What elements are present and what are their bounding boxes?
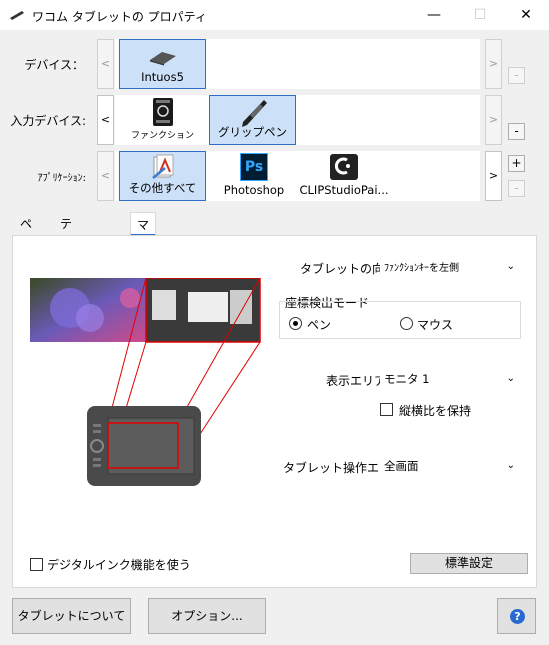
tab-mapping[interactable]: マッピング [130,212,157,328]
wacom-app-icon [10,11,24,20]
remove-input-button[interactable]: - [508,123,525,140]
app-tile-all-others-label: その他すべて [128,181,197,195]
app-tile-photoshop[interactable]: Ps Photoshop [215,151,293,201]
chevron-down-icon: ⌄ [506,261,515,272]
photoshop-icon: Ps [240,153,268,181]
title-bar: ワコム タブレットの プロパティ — ☐ ✕ [0,0,549,30]
app-tile-all-others[interactable]: その他すべて [119,151,206,201]
window-title: ワコム タブレットの プロパティ [32,10,207,24]
app-tile-clip-studio-label: CLIPStudioPai... [299,183,389,197]
application-label: ｱﾌﾟﾘｹｰｼｮﾝ: [37,173,86,184]
keep-aspect-checkbox[interactable] [380,403,393,416]
app-tile-photoshop-label: Photoshop [223,183,285,197]
mapping-panel: タブレットの向き: ﾌｧﾝｸｼｮﾝｷｰを左側 ⌄ 座標検出モード ペン マウス … [12,235,537,588]
device-tile-intuos5[interactable]: Intuos5 [119,39,206,89]
tablet-area-dropdown[interactable]: 全画面 ⌄ [380,455,520,477]
device-tile-label: Intuos5 [141,70,184,84]
chevron-down-icon: ⌄ [506,460,515,471]
device-label: デバイス： [24,58,84,72]
input-prev-button[interactable]: < [97,95,114,145]
keep-aspect-label: 縦横比を保持 [399,404,472,418]
display-area-value: モニタ 1 [384,372,430,386]
clip-studio-icon [330,154,358,180]
close-button[interactable]: ✕ [503,0,549,30]
add-application-button[interactable]: + [508,155,525,172]
tablet-area-value: 全画面 [384,459,419,473]
app-next-button[interactable]: > [485,151,502,201]
tablet-icon [150,52,176,66]
mode-pen-radio[interactable] [289,317,302,330]
input-tile-function[interactable]: ファンクション [119,95,206,145]
orientation-value: ﾌｧﾝｸｼｮﾝｷｰを左側 [384,263,459,274]
minimize-button[interactable]: — [411,0,457,30]
app-tile-clip-studio[interactable]: CLIPStudioPai... [299,151,389,201]
mode-pen-label: ペン [307,318,332,332]
orientation-dropdown[interactable]: ﾌｧﾝｸｼｮﾝｷｰを左側 ⌄ [380,256,520,278]
device-prev-button[interactable]: < [97,39,114,89]
input-next-button[interactable]: > [485,95,502,145]
about-tablet-button[interactable]: タブレットについて [12,598,131,634]
remove-device-button[interactable]: - [508,67,525,84]
function-keys-icon [153,98,173,126]
input-device-label: 入力デバイス: [10,114,86,128]
all-apps-icon [152,154,174,179]
digital-ink-label: デジタルインク機能を使う [47,558,191,572]
help-icon: ? [510,609,525,624]
maximize-button[interactable]: ☐ [457,0,503,30]
help-button[interactable]: ? [497,598,536,634]
application-strip: その他すべて Ps Photoshop CLIPStudioPai... [115,151,480,201]
app-prev-button[interactable]: < [97,151,114,201]
tab-tail-switch[interactable]: テールスイッチ [54,212,78,375]
mode-mouse-label: マウス [417,318,454,332]
input-tile-grip-pen-label: グリップペン [218,125,287,139]
digital-ink-checkbox[interactable] [30,558,43,571]
device-next-button[interactable]: > [485,39,502,89]
chevron-down-icon: ⌄ [506,373,515,384]
device-strip: Intuos5 [115,39,480,89]
remove-application-button[interactable]: - [508,180,525,197]
mode-mouse-radio[interactable] [400,317,413,330]
input-tile-function-label: ファンクション [130,131,194,141]
options-button[interactable]: オプション... [148,598,266,634]
mapping-preview [30,278,261,486]
input-tile-grip-pen[interactable]: グリップペン [209,95,296,145]
display-area-dropdown[interactable]: モニタ 1 ⌄ [380,368,520,390]
tab-pen[interactable]: ペン [14,212,38,255]
restore-defaults-button[interactable]: 標準設定 [410,553,528,574]
input-device-strip: ファンクション グリップペン [115,95,480,145]
